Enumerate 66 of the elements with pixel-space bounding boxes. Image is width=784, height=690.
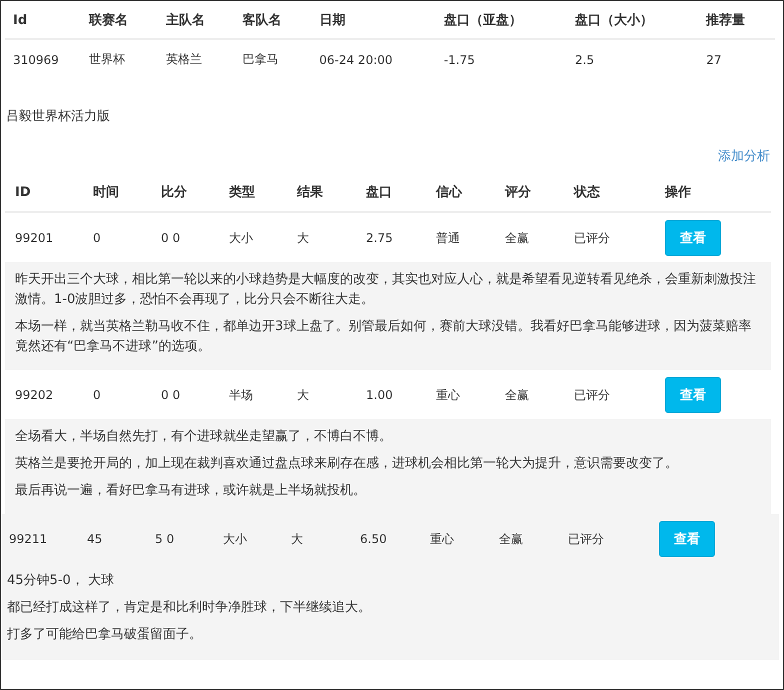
table-cell-text: 0 0: [161, 231, 182, 245]
table-cell-text: 0: [93, 388, 102, 402]
table-cell: 27: [698, 39, 775, 79]
table-cell-text: 全赢: [505, 230, 530, 246]
analysis-paragraph: 打多了可能给巴拿马破蛋留面子。: [7, 626, 203, 644]
column-header: 信心: [436, 184, 464, 201]
analysis-paragraph: 45分钟5-0， 大球: [7, 572, 115, 590]
table-cell-text: 重心: [430, 530, 455, 548]
column-header: 日期: [311, 1, 436, 39]
table-cell-text: 6.50: [360, 532, 388, 546]
analysis-paragraph: 本场一样，就当英格兰勒马收不住，都单边开3球上盘了。别管最后如何，赛前大球没错。我看好巴拿马能够进球，因为菠菜赔率竟然还有“巴拿马不进球”的选项。: [15, 318, 752, 356]
table-cell-text: 0: [93, 231, 102, 245]
column-header: 盘口（亚盘）: [436, 1, 568, 39]
table-cell-text: 半场: [229, 386, 254, 404]
table-cell: 06-24 20:00: [311, 39, 436, 79]
analysis-paragraph: 英格兰是要抢开局的，加上现在裁判喜欢通过盘点球来刷存在感，进球机会相比第一轮大为提升，意识需要改变了。: [15, 455, 679, 473]
table-cell: 世界杯: [81, 39, 158, 79]
column-header: 主队名: [158, 1, 234, 39]
column-header: 推荐量: [698, 1, 775, 39]
table-cell-text: 大小: [223, 530, 248, 548]
table-cell-text: 全赢: [505, 386, 530, 404]
table-cell-text: 普通: [436, 230, 461, 246]
view-button[interactable]: 查看: [665, 220, 721, 256]
table-cell-text: 已评分: [574, 386, 611, 404]
table-cell-text: 已评分: [574, 230, 611, 246]
column-header: 时间: [93, 184, 120, 201]
table-cell-text: 已评分: [568, 530, 605, 548]
table-cell-text: 大小: [229, 230, 254, 246]
table-cell-text: 99211: [9, 532, 48, 546]
table-cell-text: 大: [291, 530, 304, 548]
view-button[interactable]: 查看: [665, 377, 721, 413]
analysis-paragraph: 都已经打成这样了，肯定是和比利时争净胜球，下半继续追大。: [7, 599, 372, 617]
column-header: 评分: [505, 184, 532, 201]
table-cell-text: 99202: [15, 388, 54, 402]
table-cell-text: 5 0: [155, 532, 176, 546]
table-cell: 310969: [5, 39, 81, 79]
column-header: 比分: [161, 184, 188, 201]
table-cell-text: 重心: [436, 386, 461, 404]
table-cell-text: 45: [87, 532, 104, 546]
author-title: 吕毅世界杯活力版: [5, 108, 111, 125]
table-cell-text: 大: [297, 386, 310, 404]
table-cell: -1.75: [436, 39, 568, 79]
table-cell-text: 99201: [15, 231, 54, 245]
column-header: Id: [5, 1, 81, 39]
table-cell-text: 2.75: [366, 231, 394, 245]
column-header: 盘口（大小）: [567, 1, 698, 39]
column-header: 客队名: [234, 1, 312, 39]
column-header: 结果: [297, 184, 324, 201]
column-header: 盘口: [366, 184, 393, 201]
table-cell-text: 大: [297, 230, 310, 246]
table-cell: 英格兰: [158, 39, 234, 79]
table-cell-text: 0 0: [161, 388, 182, 402]
analysis-paragraph: 最后再说一遍，看好巴拿马有进球，或许就是上半场就投机。: [15, 482, 367, 500]
table-cell-text: 全赢: [499, 530, 524, 548]
column-header: 状态: [574, 184, 601, 201]
table-cell: 2.5: [567, 39, 698, 79]
column-header: 联赛名: [81, 1, 158, 39]
table-cell-text: 1.00: [366, 388, 394, 402]
table-cell: 巴拿马: [234, 39, 312, 79]
add-analysis-link[interactable]: 添加分析: [718, 147, 770, 165]
column-header: 类型: [229, 184, 256, 201]
column-header: 操作: [665, 184, 692, 201]
analysis-paragraph: 全场看大，半场自然先打，有个进球就坐走望赢了，不博白不博。: [15, 428, 393, 446]
view-button[interactable]: 查看: [659, 521, 715, 557]
analysis-paragraph: 昨天开出三个大球，相比第一轮以来的小球趋势是大幅度的改变，其实也对应人心，就是希望看见逆转看见绝杀，会重新刺激投注激情。1-0波胆过多，恐怕不会再现了，比分只会不断往大走。: [15, 271, 757, 309]
column-header: ID: [15, 184, 32, 200]
